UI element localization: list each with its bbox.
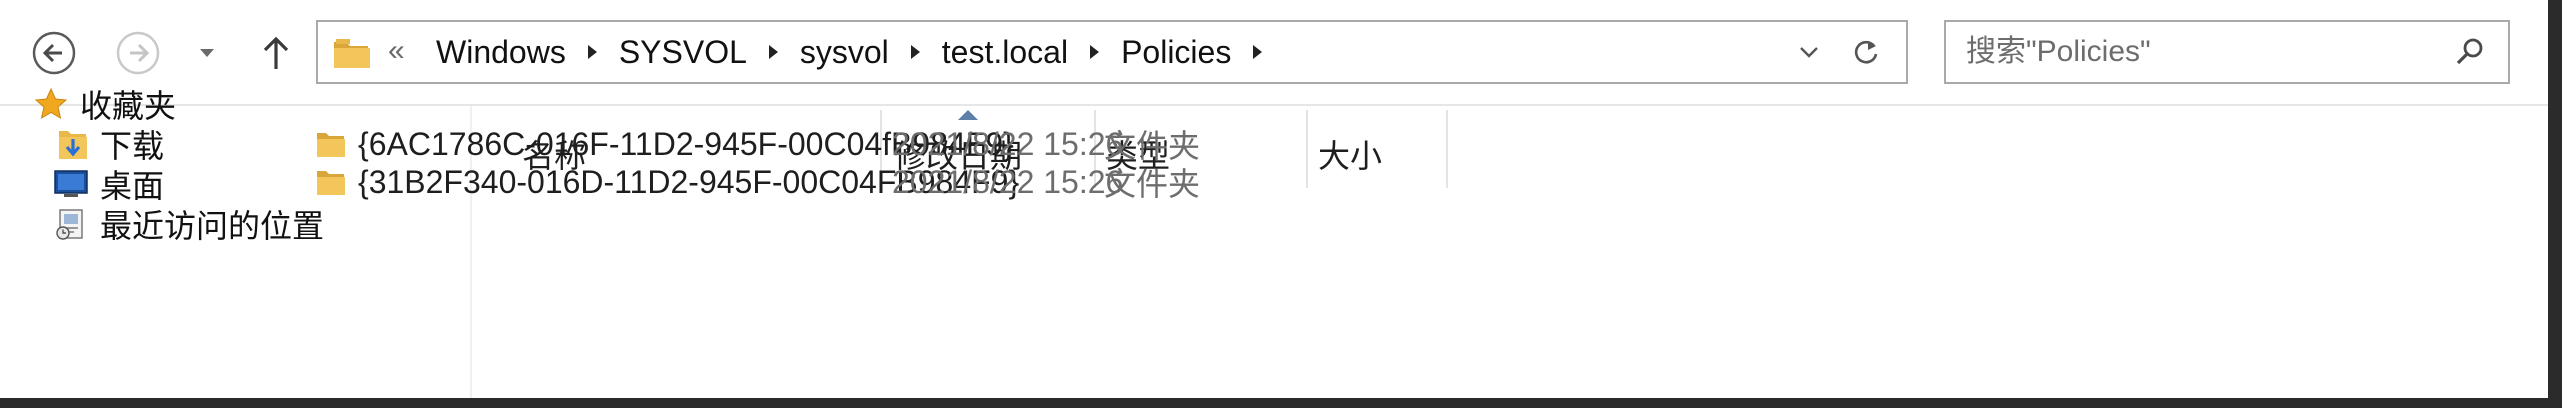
breadcrumb-separator-icon[interactable] — [910, 45, 920, 59]
breadcrumb-windows[interactable]: Windows — [436, 34, 566, 71]
forward-arrow-icon — [116, 31, 160, 75]
breadcrumb-sysvol-upper[interactable]: SYSVOL — [619, 34, 747, 71]
chevron-down-icon — [1800, 47, 1818, 58]
chevron-down-icon — [200, 49, 214, 57]
breadcrumb-separator-icon[interactable] — [768, 45, 778, 59]
file-type: 文件夹 — [1104, 166, 1201, 202]
breadcrumb-separator-icon[interactable] — [587, 45, 597, 59]
breadcrumb-separator-icon[interactable] — [1253, 45, 1263, 59]
back-button[interactable] — [28, 20, 80, 86]
file-modified: 2021/8/22 15:26 — [892, 163, 1124, 200]
breadcrumb-policies[interactable]: Policies — [1121, 34, 1231, 71]
back-arrow-icon — [32, 31, 76, 75]
breadcrumb-separator-icon[interactable] — [1090, 45, 1100, 59]
window-border — [2548, 0, 2562, 408]
window-border — [0, 398, 2562, 408]
forward-button[interactable] — [112, 20, 164, 86]
recent-locations-button[interactable] — [192, 28, 222, 78]
folder-icon — [316, 167, 346, 197]
refresh-button[interactable] — [1852, 22, 1880, 82]
breadcrumb-test-local[interactable]: test.local — [942, 34, 1068, 71]
refresh-icon — [1854, 40, 1878, 64]
search-input[interactable] — [1966, 34, 2406, 70]
address-history-button[interactable] — [1798, 22, 1820, 82]
desktop-icon — [54, 169, 88, 199]
recent-places-icon — [54, 207, 88, 241]
breadcrumb-overflow-button[interactable]: « — [388, 34, 405, 68]
address-bar[interactable]: « Windows SYSVOL sysvol test.local Polic… — [316, 20, 1908, 84]
breadcrumb-sysvol[interactable]: sysvol — [800, 34, 889, 71]
search-box — [1944, 20, 2510, 84]
file-row-2[interactable]: {31B2F340-016D-11D2-945F-00C04FB984F9} 2… — [300, 154, 1800, 210]
breadcrumb: Windows SYSVOL sysvol test.local Policie… — [436, 22, 1284, 82]
folder-icon — [332, 36, 372, 77]
nav-item-label: 最近访问的位置 — [100, 208, 325, 244]
up-arrow-icon — [263, 36, 289, 69]
up-button[interactable] — [250, 20, 302, 86]
nav-item-recent-places[interactable]: 最近访问的位置 — [54, 200, 324, 248]
search-icon[interactable] — [2454, 36, 2486, 73]
